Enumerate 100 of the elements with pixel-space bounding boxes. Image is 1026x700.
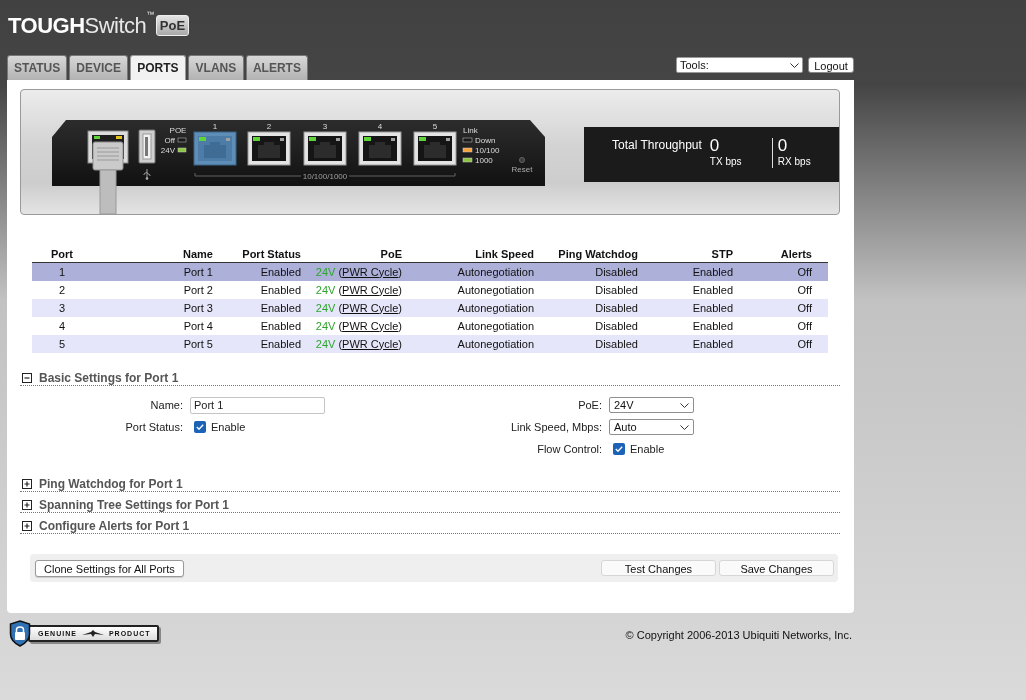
- table-cell-text: Autonegotiation: [456, 336, 535, 352]
- column-header: Port Status: [241, 246, 302, 262]
- section-title[interactable]: Basic Settings for Port 1: [39, 368, 179, 387]
- table-cell-text: Autonegotiation: [456, 300, 535, 316]
- checkbox-label: Enable: [630, 441, 665, 457]
- table-cell-text: Enabled: [259, 336, 302, 352]
- table-cell-text: Enabled: [691, 336, 734, 352]
- table-cell-text: 24V (PWR Cycle): [314, 300, 403, 316]
- checkmark-icon: [196, 424, 204, 430]
- section-title[interactable]: Configure Alerts for Port 1: [39, 516, 190, 535]
- collapse-icon[interactable]: [22, 372, 32, 383]
- ethernet-port[interactable]: [413, 131, 457, 166]
- legend-label: 1000: [475, 156, 493, 165]
- column-header: Alerts: [779, 246, 813, 262]
- expand-icon[interactable]: [22, 499, 32, 510]
- column-header: PoE: [379, 246, 403, 262]
- checkbox[interactable]: [613, 443, 625, 455]
- poe-state-label: 24V: [160, 146, 175, 155]
- action-button[interactable]: Test Changes: [601, 560, 716, 576]
- field-label: Flow Control:: [536, 441, 602, 457]
- section-title[interactable]: Spanning Tree Settings for Port 1: [39, 495, 230, 514]
- table-cell-text: Disabled: [594, 336, 639, 352]
- pwr-cycle-link[interactable]: PWR Cycle: [342, 337, 399, 350]
- ethernet-port[interactable]: [303, 131, 347, 166]
- expand-icon[interactable]: [22, 520, 32, 531]
- reset-label: Reset: [511, 165, 533, 174]
- logout-button[interactable]: Logout: [808, 57, 854, 73]
- table-cell-text: Autonegotiation: [456, 264, 535, 280]
- tab[interactable]: PORTS: [129, 55, 186, 80]
- tx-value: 0: [709, 137, 721, 154]
- checkmark-icon: [615, 446, 623, 452]
- table-cell-text: Enabled: [259, 282, 302, 298]
- column-header: Link Speed: [474, 246, 535, 262]
- ethernet-port[interactable]: [358, 131, 402, 166]
- tab[interactable]: ALERTS: [245, 55, 308, 80]
- tx-unit: TX bps: [709, 156, 743, 168]
- pwr-cycle-link[interactable]: PWR Cycle: [342, 301, 399, 314]
- tab[interactable]: STATUS: [7, 55, 68, 80]
- port-speed-label: 10/100/1000: [302, 172, 348, 181]
- tab[interactable]: VLANS: [187, 55, 244, 80]
- table-cell-text: Port 3: [182, 300, 214, 316]
- usb-symbol-icon: [143, 168, 151, 180]
- table-cell-text: 3: [57, 300, 67, 316]
- chevron-down-icon: [680, 424, 689, 430]
- poe-label: POE: [169, 126, 187, 135]
- table-cell-text: Disabled: [594, 318, 639, 334]
- table-cell-text: Enabled: [691, 300, 734, 316]
- port-number: 3: [322, 122, 328, 131]
- expand-icon[interactable]: [22, 478, 32, 489]
- table-cell-text: Off: [796, 318, 813, 334]
- column-header: Name: [182, 246, 214, 262]
- table-row[interactable]: 3 Port 3 Enabled 24V (PWR Cycle) Autonegotiation Disabled Enabled Off: [32, 299, 828, 317]
- column-header: Port: [50, 246, 74, 262]
- clone-settings-button[interactable]: Clone Settings for All Ports: [35, 559, 184, 577]
- table-cell-text: Enabled: [691, 264, 734, 280]
- pwr-cycle-link[interactable]: PWR Cycle: [342, 265, 399, 278]
- port-number: 4: [377, 122, 383, 131]
- table-cell-text: 24V (PWR Cycle): [314, 336, 403, 352]
- poe-state-label: Off: [164, 136, 175, 145]
- table-cell-text: Off: [796, 264, 813, 280]
- pwr-cycle-link[interactable]: PWR Cycle: [342, 319, 399, 332]
- table-cell-text: 24V (PWR Cycle): [314, 264, 403, 280]
- text-input[interactable]: Port 1: [190, 396, 325, 414]
- table-cell-text: Off: [796, 336, 813, 352]
- pwr-cycle-link[interactable]: PWR Cycle: [342, 283, 399, 296]
- reset-button[interactable]: [519, 157, 525, 163]
- section-title[interactable]: Ping Watchdog for Port 1: [39, 474, 183, 493]
- field-label: Link Speed, Mbps:: [509, 419, 602, 435]
- link-legend-title: Link: [463, 126, 478, 135]
- action-button[interactable]: Save Changes: [719, 560, 834, 576]
- tab[interactable]: DEVICE: [69, 55, 128, 80]
- table-cell-text: Disabled: [594, 282, 639, 298]
- table-cell-text: Enabled: [691, 318, 734, 334]
- legend-label: 10/100: [475, 146, 500, 155]
- port-number: 2: [266, 122, 272, 131]
- checkbox[interactable]: [194, 421, 206, 433]
- rx-unit: RX bps: [777, 156, 811, 168]
- ethernet-port[interactable]: [247, 131, 291, 166]
- port-number: 5: [432, 122, 438, 131]
- rx-value: 0: [777, 137, 789, 154]
- legend-label: Down: [475, 136, 496, 145]
- table-cell-text: Off: [796, 282, 813, 298]
- table-cell-text: Enabled: [259, 264, 302, 280]
- field-label: Name:: [149, 397, 183, 413]
- table-cell-text: 24V (PWR Cycle): [314, 282, 403, 298]
- tools-dropdown[interactable]: Tools:: [676, 57, 803, 73]
- table-row[interactable]: 1 Port 1 Enabled 24V (PWR Cycle) Autonegotiation Disabled Enabled Off: [32, 263, 828, 281]
- dropdown-select[interactable]: 24V: [609, 397, 694, 413]
- table-cell-text: Autonegotiation: [456, 318, 535, 334]
- field-label: Port Status:: [124, 419, 183, 435]
- column-header: STP: [710, 246, 734, 262]
- table-row[interactable]: 5 Port 5 Enabled 24V (PWR Cycle) Autonegotiation Disabled Enabled Off: [32, 335, 828, 353]
- field-label: PoE:: [577, 397, 602, 413]
- column-header: Ping Watchdog: [557, 246, 639, 262]
- table-cell-text: Enabled: [691, 282, 734, 298]
- table-cell-text: 1: [57, 264, 67, 280]
- table-cell-text: Autonegotiation: [456, 282, 535, 298]
- table-cell-text: Port 1: [182, 264, 214, 280]
- dropdown-select[interactable]: Auto: [609, 419, 694, 435]
- table-cell-text: Port 4: [182, 318, 214, 334]
